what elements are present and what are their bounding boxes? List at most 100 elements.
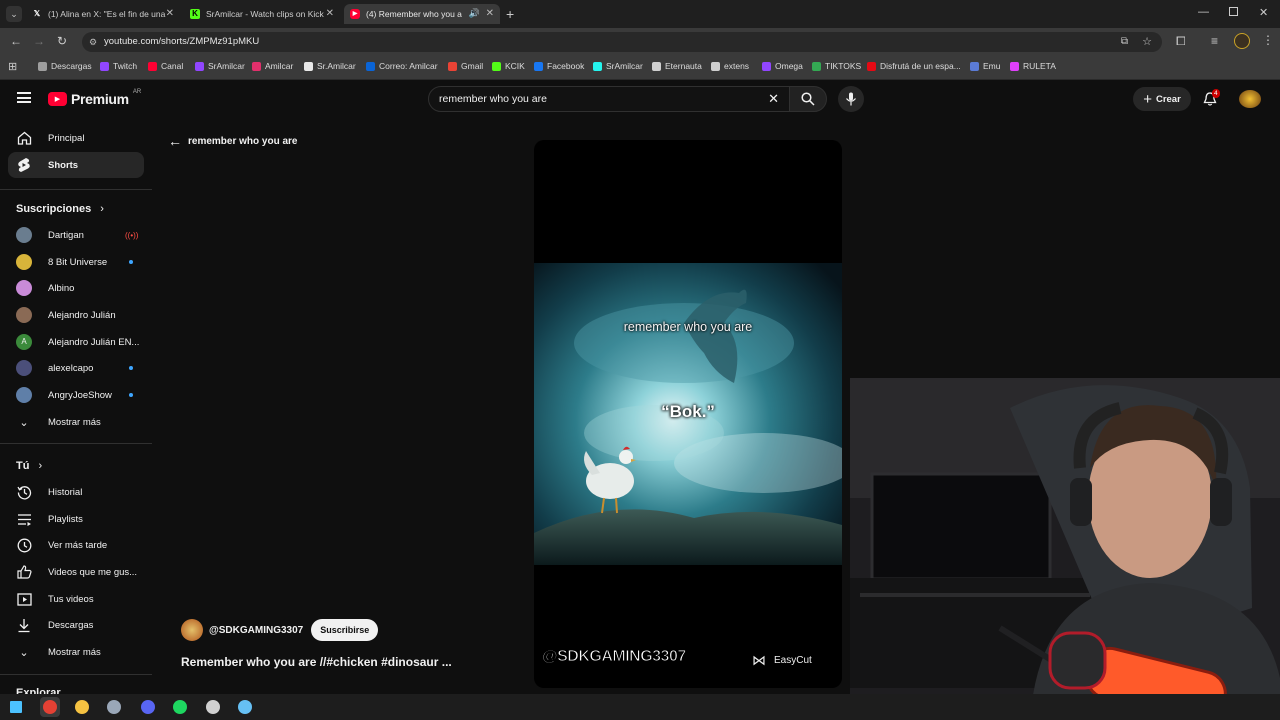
sidebar-item-tus-videos[interactable]: Tus videos (8, 586, 144, 612)
tab-search-icon[interactable]: ⌄ (6, 6, 22, 22)
video-title[interactable]: Remember who you are //#chicken #dinosau… (181, 655, 452, 669)
your-videos-icon (16, 591, 32, 607)
bookmark-item[interactable]: Correo: Amilcar (366, 61, 438, 71)
avatar: A (16, 334, 32, 350)
sidebar-item-angryjoeshow[interactable]: AngryJoeShow (8, 382, 144, 408)
kick-logo-icon: K (190, 9, 200, 19)
bookmark-item[interactable]: Eternauta (652, 61, 702, 71)
obs-icon[interactable] (203, 697, 223, 717)
bookmark-item[interactable]: Emu (970, 61, 1000, 71)
youtube-logo[interactable]: ▶ Premium AR (48, 89, 141, 107)
address-bar[interactable]: ⚙ youtube.com/shorts/ZMPMz91pMKU ⧉ ☆ (82, 32, 1162, 52)
close-tab-icon[interactable]: ✕ (166, 8, 174, 19)
bookmark-item[interactable]: Descargas (38, 61, 92, 71)
back-to-search-button[interactable]: ← remember who you are (168, 133, 297, 149)
new-content-dot (129, 366, 133, 370)
steam-icon[interactable] (235, 697, 255, 717)
subscribe-button[interactable]: Suscribirse (311, 619, 379, 641)
sidebar-item-alejandro-julian-en[interactable]: A Alejandro Julián EN... (8, 329, 144, 355)
search-input[interactable]: remember who you are ✕ (428, 86, 790, 112)
new-tab-button[interactable]: + (506, 6, 514, 22)
bookmark-favicon-icon (867, 61, 876, 71)
back-arrow-icon[interactable]: ← (10, 34, 22, 48)
app-icon[interactable] (104, 697, 124, 717)
x-logo-icon: 𝕏 (33, 9, 41, 18)
browser-menu-icon[interactable]: ⋮ (1262, 33, 1274, 47)
easycut-watermark: ⋈ EasyCut (752, 652, 812, 669)
profile-avatar[interactable] (1234, 33, 1250, 49)
audio-playing-icon[interactable]: 🔊 (469, 8, 480, 19)
media-control-icon[interactable]: ≡ (1211, 34, 1218, 48)
premium-label: Premium (71, 91, 129, 107)
bookmark-item[interactable]: KCIK (492, 61, 525, 71)
site-info-icon[interactable]: ⚙ (89, 32, 97, 52)
new-content-dot (129, 260, 133, 264)
search-query: remember who you are (439, 93, 547, 105)
bookmark-item[interactable]: Amilcar (252, 61, 293, 71)
bookmark-item[interactable]: RULETA (1010, 61, 1056, 71)
sidebar-show-more-you[interactable]: ⌄ Mostrar más (8, 639, 144, 665)
close-window-icon[interactable]: ✕ (1259, 6, 1268, 19)
bookmark-item[interactable]: TIKTOKS (812, 61, 861, 71)
restore-icon[interactable] (1229, 7, 1238, 16)
sidebar-item-ver-mas-tarde[interactable]: Ver más tarde (8, 532, 144, 558)
tab-kick[interactable]: K SrAmilcar - Watch clips on Kick ✕ (184, 4, 340, 24)
sidebar-item-alejandro-julian[interactable]: Alejandro Julián (8, 302, 144, 328)
bookmark-item[interactable]: Sr.Amilcar (304, 61, 356, 71)
bookmark-item[interactable]: Facebook (534, 61, 584, 71)
create-button[interactable]: + Crear (1133, 87, 1191, 111)
close-tab-icon[interactable]: ✕ (486, 8, 494, 19)
chrome-icon[interactable] (40, 697, 60, 717)
bookmark-label: KCIK (505, 61, 525, 71)
steam-icon-glyph (238, 700, 252, 714)
sidebar-item-liked-videos[interactable]: Videos que me gus... (8, 559, 144, 585)
hamburger-menu-icon[interactable] (17, 92, 31, 103)
bookmark-star-icon[interactable]: ☆ (1142, 32, 1152, 52)
sidebar-item-descargas[interactable]: Descargas (8, 612, 144, 638)
shorts-video-player[interactable]: remember who you are “Bok.” @SDKGAMING33… (534, 140, 842, 688)
bookmark-item[interactable]: extens (711, 61, 749, 71)
file-explorer-icon[interactable] (72, 697, 92, 717)
sidebar-item-principal[interactable]: Principal (8, 125, 144, 151)
bookmark-item[interactable]: Twitch (100, 61, 137, 71)
channel-avatar[interactable] (181, 619, 203, 641)
forward-arrow-icon[interactable]: → (33, 34, 45, 48)
bookmark-item[interactable]: SrAmilcar (195, 61, 245, 71)
bookmark-item[interactable]: SrAmilcar (593, 61, 643, 71)
search-button[interactable] (789, 86, 827, 112)
bookmark-item[interactable]: Canal (148, 61, 183, 71)
channel-name[interactable]: @SDKGAMING3307 (209, 625, 303, 636)
minimize-icon[interactable]: — (1198, 6, 1209, 18)
sidebar-item-albino[interactable]: Albino (8, 275, 144, 301)
apps-grid-icon[interactable]: ⊞ (8, 60, 17, 73)
bookmark-favicon-icon (812, 61, 821, 71)
sidebar-show-more-subscriptions[interactable]: ⌄ Mostrar más (8, 409, 144, 435)
install-app-icon[interactable]: ⧉ (1121, 32, 1128, 52)
bookmark-item[interactable]: Gmail (448, 61, 483, 71)
sidebar-item-alexelcapo[interactable]: alexelcapo (8, 355, 144, 381)
tab-x[interactable]: 𝕏 (1) Alina en X: "Es el fin de una ✕ (26, 4, 180, 24)
sidebar-item-historial[interactable]: Historial (8, 479, 144, 505)
spotify-icon[interactable] (170, 697, 190, 717)
bookmark-item[interactable]: Disfrutá de un espa... (867, 61, 961, 71)
sidebar-item-shorts[interactable]: Shorts (8, 152, 144, 178)
sidebar-item-dartigan[interactable]: Dartigan ((•)) (8, 222, 144, 248)
close-tab-icon[interactable]: ✕ (326, 8, 334, 19)
extensions-icon[interactable]: ⧠ (1176, 34, 1186, 49)
account-avatar[interactable] (1239, 90, 1261, 108)
discord-icon[interactable] (138, 697, 158, 717)
subscriptions-heading[interactable]: Suscripciones › (16, 203, 104, 215)
sidebar-item-8-bit-universe[interactable]: 8 Bit Universe (8, 249, 144, 275)
reload-icon[interactable]: ↻ (57, 34, 67, 48)
clear-search-icon[interactable]: ✕ (768, 87, 779, 111)
sidebar-item-label: Videos que me gus... (48, 566, 138, 578)
bookmark-label: Canal (161, 61, 184, 71)
voice-search-button[interactable] (838, 86, 864, 112)
tab-youtube[interactable]: ▶ (4) Remember who you are 🔊 ✕ (344, 4, 500, 24)
windows-start-icon[interactable] (6, 697, 26, 717)
sidebar-item-playlists[interactable]: Playlists (8, 506, 144, 532)
plus-icon: + (1143, 90, 1152, 108)
you-heading[interactable]: Tú › (16, 460, 42, 472)
bookmark-item[interactable]: Omega (762, 61, 803, 71)
notifications-button[interactable]: 4 (1203, 89, 1221, 108)
